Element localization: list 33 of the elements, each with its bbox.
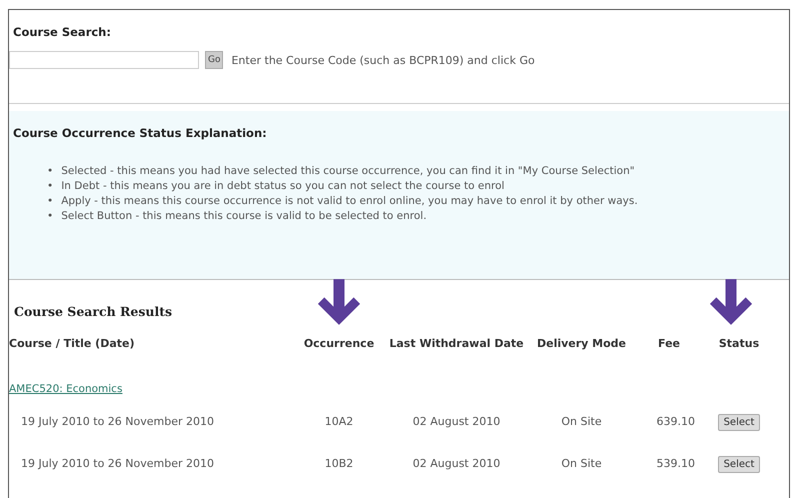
table-cell-text: 02 August 2010 bbox=[412, 414, 502, 430]
search-hint: Enter the Course Code (such as BCPR109) and click Go bbox=[231, 54, 535, 66]
status-explanation: In Debt - this means you are in debt status so you can not select the course to enrol bbox=[61, 179, 504, 194]
bullet: • bbox=[47, 179, 54, 194]
status-explanation: Selected - this means you had have selected this course occurrence, you can find it in "My Course Selection" bbox=[61, 164, 635, 179]
table-cell-text: 19 July 2010 to 26 November 2010 bbox=[20, 414, 216, 430]
column-header: Delivery Mode bbox=[536, 337, 626, 350]
section-title: Course Occurrence Status Explanation: bbox=[13, 126, 268, 140]
select-button[interactable]: Select bbox=[718, 414, 760, 431]
table-cell-text: 10A2 bbox=[324, 414, 354, 430]
table-cell-text: 02 August 2010 bbox=[412, 456, 502, 472]
column-header: Fee bbox=[658, 337, 680, 350]
section-title: Course Search Results bbox=[13, 304, 174, 319]
table-cell-text: 10B2 bbox=[324, 456, 354, 472]
status-explanation: Apply - this means this course occurrence is not valid to enrol online, you may have to enrol it by other ways. bbox=[61, 194, 638, 209]
go-button[interactable]: Go bbox=[205, 51, 224, 69]
table-cell-text: On Site bbox=[560, 414, 603, 430]
table-cell-text: On Site bbox=[560, 456, 603, 472]
select-button[interactable]: Select bbox=[718, 456, 760, 473]
bullet: • bbox=[47, 194, 54, 209]
course-code-field[interactable] bbox=[9, 51, 199, 69]
column-header: Course / Title (Date) bbox=[9, 337, 134, 350]
column-header: Occurrence bbox=[304, 337, 374, 350]
column-header: Status bbox=[718, 337, 760, 350]
bullet: • bbox=[47, 164, 54, 179]
column-header: Last Withdrawal Date bbox=[389, 337, 524, 350]
table-cell-text: 639.10 bbox=[656, 414, 696, 430]
status-explanation: Select Button - this means this course is valid to be selected to enrol. bbox=[61, 209, 427, 224]
table-cell-text: 19 July 2010 to 26 November 2010 bbox=[20, 456, 216, 472]
section-title: Course Search: bbox=[13, 25, 112, 39]
table-cell-text: 539.10 bbox=[656, 456, 696, 472]
bullet: • bbox=[47, 209, 54, 224]
course-link[interactable]: AMEC520: Economics bbox=[9, 383, 122, 395]
